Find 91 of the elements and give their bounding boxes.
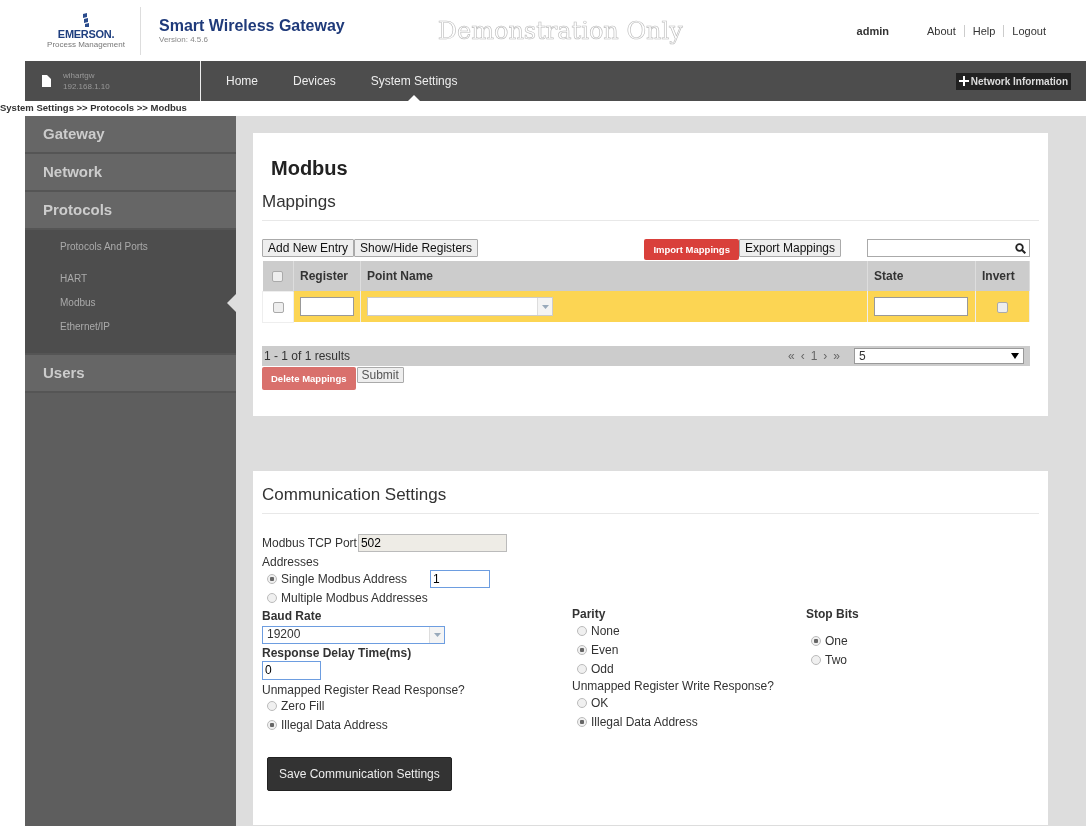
host-name: wihartgw [63,70,96,81]
tcp-port-field[interactable]: 502 [357,534,507,552]
submit-button[interactable]: Submit [356,366,404,383]
page-size-dropdown[interactable]: 5 [854,347,1024,364]
page-title: Modbus [271,157,349,180]
document-icon [42,75,51,87]
radio-button[interactable] [811,654,821,665]
network-information-button[interactable]: Network Information [955,72,1071,90]
nav-tab[interactable]: Devices [293,61,336,101]
sidebar-item[interactable]: Users [25,355,236,393]
radio-button[interactable] [577,697,587,708]
field-label: Stop Bits [806,607,859,621]
column-header: Invert [982,269,1015,283]
sidebar-subitem[interactable]: Protocols And Ports [25,235,236,259]
plus-icon [958,76,969,86]
sidebar-subitem[interactable]: HART [25,267,236,291]
radio-label: Even [591,642,619,657]
field-label: Response Delay Time(ms) [262,646,413,660]
header-link[interactable]: Help [963,24,1004,37]
results-count: 1 - 1 of 1 results [264,348,351,363]
register-input[interactable] [300,297,354,316]
row-checkbox[interactable] [272,301,284,313]
header-link[interactable]: About [918,24,964,37]
point-name-dropdown[interactable] [367,297,553,316]
radio-button[interactable] [267,592,277,603]
radio-label: One [825,633,848,648]
radio-label: Two [825,652,847,667]
radio-button[interactable] [267,701,277,711]
nav-tab[interactable]: System Settings [370,61,458,101]
radio-button[interactable] [577,716,587,727]
column-header: State [874,269,904,283]
column-header: Register [300,269,349,283]
breadcrumb: System Settings >> Protocols >> Modbus [0,101,188,115]
column-header: Point Name [367,269,433,283]
state-input[interactable] [874,297,968,316]
header-link[interactable]: Logout [1003,24,1054,37]
field-label: Addresses [262,555,320,569]
export-mappings-button[interactable]: Export Mappings [738,239,841,257]
section-title: Communication Settings [262,485,1039,514]
radio-label: None [591,623,620,638]
field-label: Baud Rate [262,609,323,623]
sidebar-item[interactable]: Protocols [25,192,236,230]
brand-subtitle: Process Management [47,40,125,49]
section-title: Mappings [262,192,1039,221]
pager-link[interactable]: ‹ [800,348,805,363]
demo-label: Demonstration Only [437,16,683,45]
brand-name: EMERSON. [57,28,115,40]
radio-label: Single Modbus Address [281,571,409,586]
caret-icon [1011,352,1019,359]
user-name: admin [856,24,889,37]
radio-button[interactable] [811,635,821,646]
sidebar-subitem[interactable]: Modbus [25,291,236,315]
save-settings-button[interactable]: Save Communication Settings [267,756,452,791]
radio-button[interactable] [577,644,587,655]
nav-tab[interactable]: Home [226,61,258,101]
baud-rate-dropdown[interactable]: 19200 [262,626,445,644]
caret-icon [541,304,549,309]
search-icon [1015,242,1026,254]
toolbar-button[interactable]: Add New Entry [262,239,355,257]
radio-button[interactable] [267,573,277,584]
radio-label: Multiple Modbus Addresses [281,590,428,605]
caret-icon [433,633,441,637]
invert-checkbox[interactable] [997,301,1008,313]
app-title: Smart Wireless Gateway [159,17,345,35]
pager-link[interactable]: 1 [810,348,818,363]
delay-field[interactable]: 0 [262,660,321,680]
radio-button[interactable] [577,625,587,636]
address-field[interactable]: 1 [430,569,490,588]
field-label: Modbus TCP Port [262,536,357,550]
field-label: Parity [572,607,607,621]
radio-label: Zero Fill [281,699,325,713]
version-text: Version: 4.5.6 [159,35,209,44]
sidebar-item[interactable]: Network [25,154,236,192]
host-ip: 192.168.1.10 [63,81,110,92]
toolbar-button[interactable]: Show/Hide Registers [354,239,479,257]
radio-label: Odd [591,661,614,676]
radio-label: OK [591,695,609,710]
field-label: Unmapped Register Write Response? [572,679,775,693]
pager-link[interactable]: » [833,348,840,363]
search-field[interactable] [867,239,1030,257]
sidebar-item[interactable]: Gateway [25,116,236,154]
pager-link[interactable]: « [787,348,795,363]
radio-button[interactable] [267,720,277,730]
radio-button[interactable] [577,663,587,674]
pager-link[interactable]: › [823,348,828,363]
radio-label: Illegal Data Address [281,718,388,732]
import-mappings-button[interactable]: Import Mappings [644,239,739,260]
radio-label: Illegal Data Address [591,714,698,729]
select-all-checkbox[interactable] [272,271,284,283]
sidebar-subitem[interactable]: Ethernet/IP [25,315,236,339]
field-label: Unmapped Register Read Response? [262,682,466,697]
